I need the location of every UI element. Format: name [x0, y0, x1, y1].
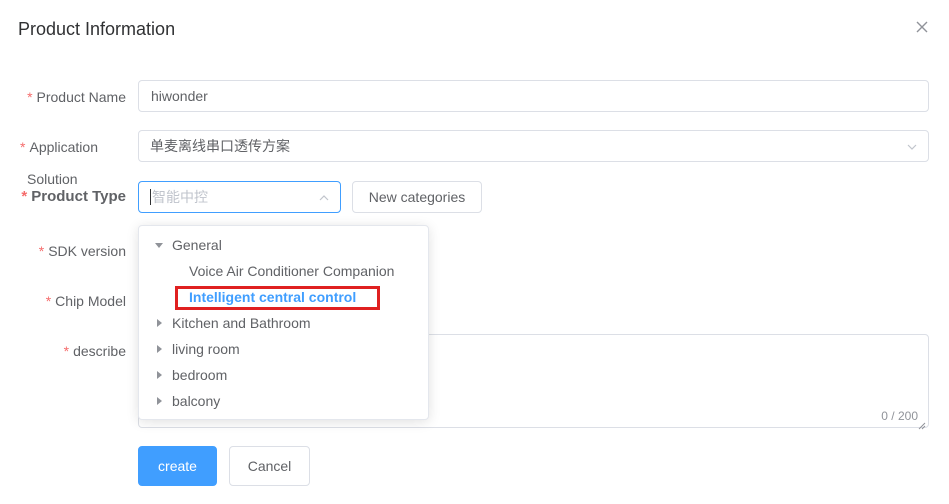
close-icon[interactable] [913, 18, 931, 36]
tree-node-kitchen-and-bathroom[interactable]: Kitchen and Bathroom [154, 310, 311, 336]
required-mark: * [27, 89, 33, 105]
text-caret [150, 189, 151, 205]
product-type-select[interactable]: 智能中控 [138, 181, 341, 213]
tree-node-voice-air-conditioner-companion[interactable]: Voice Air Conditioner Companion [189, 258, 394, 284]
cancel-button[interactable]: Cancel [229, 446, 310, 486]
caret-right-icon[interactable] [154, 318, 164, 328]
required-mark: * [20, 139, 26, 155]
caret-right-icon[interactable] [154, 396, 164, 406]
dialog-title: Product Information [18, 19, 176, 39]
create-button[interactable]: create [138, 446, 217, 486]
application-select[interactable]: 单麦离线串口透传方案 [138, 130, 929, 162]
caret-down-icon[interactable] [154, 240, 164, 250]
required-mark: * [45, 293, 52, 309]
application-label: * Application [20, 139, 98, 155]
chip-model-label: * Chip Model [45, 293, 126, 309]
product-type-placeholder: 智能中控 [152, 189, 208, 205]
tree-node-bedroom[interactable]: bedroom [154, 362, 227, 388]
new-categories-button[interactable]: New categories [352, 181, 482, 213]
caret-right-icon[interactable] [154, 370, 164, 380]
describe-label: * describe [63, 343, 126, 359]
tree-node-living-room[interactable]: living room [154, 336, 240, 362]
tree-node-intelligent-central-control[interactable]: Intelligent central control [189, 284, 356, 310]
application-select-value: 单麦离线串口透传方案 [150, 138, 290, 154]
tree-node-balcony[interactable]: balcony [154, 388, 220, 414]
product-type-label: * Product Type [21, 188, 126, 205]
sdk-version-label: * SDK version [38, 243, 126, 259]
product-information-dialog: Product Information *Product Name *Appli… [0, 0, 949, 504]
required-mark: * [21, 188, 28, 205]
solution-label: Solution [27, 171, 78, 187]
chevron-down-icon [906, 141, 918, 153]
required-mark: * [63, 343, 70, 359]
describe-char-counter: 0 / 200 [881, 409, 918, 423]
tree-node-general[interactable]: General [154, 232, 222, 258]
product-name-input[interactable] [138, 80, 929, 112]
caret-right-icon[interactable] [154, 344, 164, 354]
required-mark: * [38, 243, 45, 259]
chevron-up-icon [318, 192, 330, 204]
resize-handle-icon[interactable] [918, 417, 926, 430]
product-name-label: * Product Name [27, 89, 126, 105]
